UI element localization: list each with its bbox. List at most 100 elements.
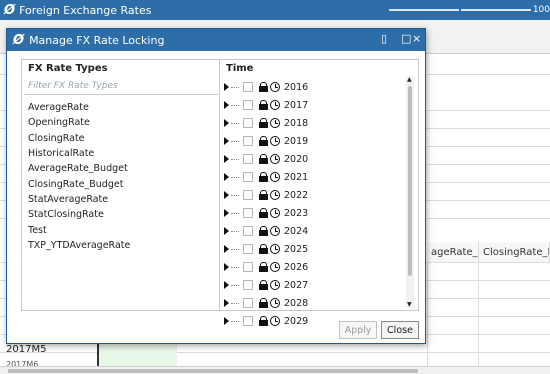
- tree-row: 2029: [224, 312, 404, 330]
- expand-arrow-icon[interactable]: [224, 281, 229, 289]
- expand-arrow-icon[interactable]: [224, 83, 229, 91]
- scroll-up-icon[interactable]: ▲: [407, 76, 412, 83]
- time-tree: 2016 2017 2018 2019 2020 2021 2022 2023 …: [224, 78, 404, 330]
- list-item[interactable]: HistoricalRate: [22, 146, 218, 161]
- tree-row: 2017: [224, 96, 404, 114]
- checkbox[interactable]: [243, 262, 253, 272]
- year-label: 2016: [284, 81, 309, 93]
- checkbox[interactable]: [243, 208, 253, 218]
- grid-cell[interactable]: [97, 340, 177, 368]
- expand-arrow-icon[interactable]: [224, 191, 229, 199]
- list-item[interactable]: StatAverageRate: [22, 192, 218, 207]
- year-label: 2017: [284, 99, 309, 111]
- list-item[interactable]: AverageRate: [22, 100, 218, 115]
- clock-icon: [270, 298, 280, 308]
- filter-fx-rate-types-input[interactable]: [24, 77, 218, 95]
- year-label: 2020: [284, 153, 309, 165]
- lock-icon: [259, 244, 268, 254]
- lock-icon: [259, 226, 268, 236]
- list-item[interactable]: Test: [22, 222, 218, 237]
- year-label: 2028: [284, 297, 309, 309]
- lock-icon: [259, 280, 268, 290]
- apply-button[interactable]: Apply: [339, 321, 377, 339]
- fx-rate-types-pane: FX Rate Types AverageRate OpeningRate Cl…: [22, 60, 220, 310]
- clock-icon: [270, 118, 280, 128]
- time-vertical-scrollbar[interactable]: ▲ ▼: [406, 76, 414, 308]
- lock-icon: [259, 298, 268, 308]
- expand-arrow-icon[interactable]: [224, 119, 229, 127]
- lock-icon: [259, 136, 268, 146]
- fx-rate-types-header: FX Rate Types: [28, 62, 108, 74]
- column-header[interactable]: ClosingRate_Budg: [479, 242, 550, 262]
- checkbox[interactable]: [243, 100, 253, 110]
- year-label: 2022: [284, 189, 309, 201]
- column-header[interactable]: ageRate_Budg: [427, 242, 479, 262]
- scrollbar-thumb[interactable]: [408, 86, 412, 276]
- close-button[interactable]: Close: [381, 321, 419, 339]
- time-header: Time: [226, 62, 254, 74]
- list-item[interactable]: StatClosingRate: [22, 207, 218, 222]
- expand-arrow-icon[interactable]: [224, 317, 229, 325]
- tree-row: 2027: [224, 276, 404, 294]
- scroll-down-icon[interactable]: ▼: [407, 301, 412, 308]
- checkbox[interactable]: [243, 82, 253, 92]
- year-label: 2027: [284, 279, 309, 291]
- expand-arrow-icon[interactable]: [224, 137, 229, 145]
- time-pane: Time 2016 2017 2018 2019 2020 2021 2022 …: [220, 60, 418, 327]
- expand-arrow-icon[interactable]: [224, 299, 229, 307]
- tree-row: 2018: [224, 114, 404, 132]
- checkbox[interactable]: [243, 190, 253, 200]
- list-item[interactable]: ClosingRate_Budget: [22, 176, 218, 191]
- year-label: 2019: [284, 135, 309, 147]
- expand-arrow-icon[interactable]: [224, 263, 229, 271]
- zoom-track[interactable]: [388, 9, 459, 11]
- clock-icon: [270, 226, 280, 236]
- zoom-level: 100: [532, 5, 550, 15]
- fx-rate-types-list: AverageRate OpeningRate ClosingRate Hist…: [22, 100, 218, 253]
- dialog-title: Manage FX Rate Locking: [29, 33, 165, 47]
- clock-icon: [270, 280, 280, 290]
- year-label: 2024: [284, 225, 309, 237]
- tree-row: 2026: [224, 258, 404, 276]
- expand-arrow-icon[interactable]: [224, 227, 229, 235]
- expand-arrow-icon[interactable]: [224, 155, 229, 163]
- expand-arrow-icon[interactable]: [224, 209, 229, 217]
- year-label: 2021: [284, 171, 309, 183]
- zoom-track-2[interactable]: [460, 9, 531, 11]
- checkbox[interactable]: [243, 244, 253, 254]
- lock-icon: [259, 262, 268, 272]
- clock-icon: [270, 172, 280, 182]
- expand-arrow-icon[interactable]: [224, 101, 229, 109]
- tree-row: 2025: [224, 240, 404, 258]
- checkbox[interactable]: [243, 118, 253, 128]
- list-item[interactable]: ClosingRate: [22, 131, 218, 146]
- checkbox[interactable]: [243, 226, 253, 236]
- tree-row: 2019: [224, 132, 404, 150]
- checkbox[interactable]: [243, 136, 253, 146]
- checkbox[interactable]: [243, 280, 253, 290]
- checkbox[interactable]: [243, 172, 253, 182]
- tree-row: 2024: [224, 222, 404, 240]
- lock-icon: [259, 118, 268, 128]
- checkbox[interactable]: [243, 298, 253, 308]
- dialog-titlebar[interactable]: Ø Manage FX Rate Locking ▯ □ ×: [7, 29, 425, 51]
- close-icon[interactable]: ×: [412, 32, 421, 45]
- restore-icon[interactable]: ▯: [381, 32, 387, 45]
- checkbox[interactable]: [243, 316, 253, 326]
- maximize-icon[interactable]: □: [401, 32, 411, 45]
- lock-icon: [259, 82, 268, 92]
- checkbox[interactable]: [243, 154, 253, 164]
- horizontal-scrollbar-thumb[interactable]: [8, 369, 418, 373]
- zoom-control[interactable]: 100: [388, 0, 550, 20]
- horizontal-scrollbar[interactable]: [0, 366, 550, 374]
- clock-icon: [270, 208, 280, 218]
- expand-arrow-icon[interactable]: [224, 173, 229, 181]
- list-item[interactable]: OpeningRate: [22, 115, 218, 130]
- clock-icon: [270, 262, 280, 272]
- list-item[interactable]: AverageRate_Budget: [22, 161, 218, 176]
- clock-icon: [270, 82, 280, 92]
- lock-icon: [259, 100, 268, 110]
- list-item[interactable]: TXP_YTDAverageRate: [22, 238, 218, 253]
- tree-row: 2016: [224, 78, 404, 96]
- expand-arrow-icon[interactable]: [224, 245, 229, 253]
